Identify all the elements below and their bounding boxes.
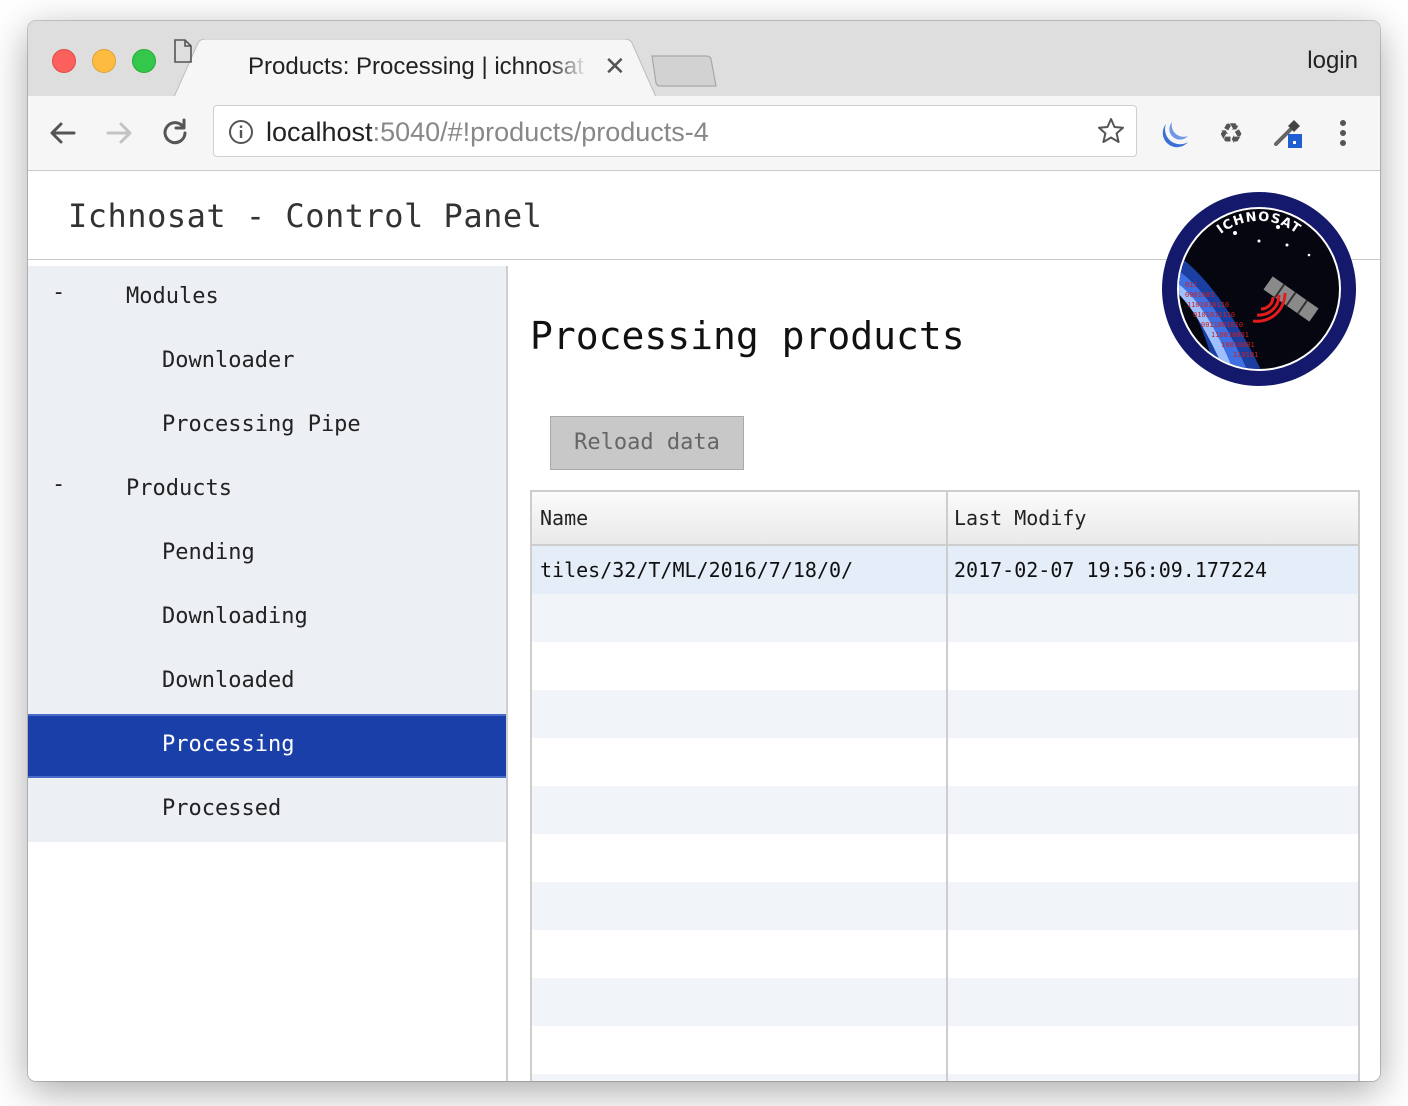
sidebar-item-label: Processing [162, 732, 295, 757]
tab-title: Products: Processing | ichnosat [248, 53, 588, 81]
table-row-empty [532, 594, 1358, 642]
eyedropper-extension-icon[interactable] [1270, 116, 1304, 150]
bookmark-star-icon[interactable] [1096, 116, 1126, 146]
svg-text:0011001010: 0011001010 [1201, 321, 1243, 329]
sidebar-group-products[interactable]: - Products [28, 458, 506, 522]
sidebar-item-processing[interactable]: Processing [28, 714, 506, 778]
sidebar-item-label: Pending [162, 540, 255, 565]
sidebar-item-label: Downloading [162, 604, 308, 629]
minimize-window-button[interactable] [92, 49, 116, 73]
table-row-empty [532, 738, 1358, 786]
sidebar-item-pending[interactable]: Pending [28, 522, 506, 586]
moon-extension-icon[interactable] [1158, 116, 1192, 150]
sidebar-item-downloader[interactable]: Downloader [28, 330, 506, 394]
table-row-empty [532, 690, 1358, 738]
zoom-window-button[interactable] [132, 49, 156, 73]
svg-text:10010001: 10010001 [1221, 341, 1255, 349]
sidebar-item-label: Downloaded [162, 668, 295, 693]
login-link[interactable]: login [1307, 47, 1358, 75]
tab-strip: Products: Processing | ichnosat ✕ login [28, 21, 1380, 97]
sidebar-item-label: Processed [162, 796, 282, 821]
sidebar: - Modules Downloader Processing Pipe - P… [28, 266, 508, 1081]
browser-tab-active[interactable]: Products: Processing | ichnosat ✕ [174, 39, 656, 97]
svg-text:011: 011 [1185, 281, 1198, 289]
web-page: Ichnosat - Control Panel 011 0001001 110… [28, 171, 1380, 1081]
table-row-empty [532, 642, 1358, 690]
sidebar-item-downloading[interactable]: Downloading [28, 586, 506, 650]
table-row-empty [532, 978, 1358, 1026]
svg-text:0001001: 0001001 [1185, 291, 1215, 299]
sidebar-group-label: Modules [126, 284, 219, 309]
table-header: Name Last Modify [532, 492, 1358, 546]
svg-text:0101011110: 0101011110 [1193, 311, 1235, 319]
main-content: Processing products Reload data Name Las… [508, 266, 1380, 1081]
table-row-empty [532, 882, 1358, 930]
menu-kebab-icon[interactable] [1326, 116, 1360, 150]
svg-text:110101: 110101 [1233, 351, 1258, 359]
ichnosat-logo: 011 0001001 1101010110 0101011110 001100… [1162, 192, 1356, 386]
collapse-toggle[interactable]: - [52, 472, 65, 497]
table-row[interactable]: tiles/32/T/ML/2016/7/18/0/ 2017-02-07 19… [532, 546, 1358, 594]
page-title: Processing products [530, 314, 965, 358]
svg-text:1101010110: 1101010110 [1187, 301, 1229, 309]
sidebar-item-label: Downloader [162, 348, 295, 373]
forward-arrow-icon[interactable] [102, 116, 136, 150]
sidebar-group-modules[interactable]: - Modules [28, 266, 506, 330]
table-row-empty [532, 1026, 1358, 1074]
app-title: Ichnosat - Control Panel [68, 197, 543, 235]
table-row-empty [532, 1074, 1358, 1081]
sidebar-item-processing-pipe[interactable]: Processing Pipe [28, 394, 506, 458]
sidebar-menu: - Modules Downloader Processing Pipe - P… [28, 266, 506, 842]
cell-name: tiles/32/T/ML/2016/7/18/0/ [540, 558, 854, 582]
sidebar-group-label: Products [126, 476, 232, 501]
table-row-empty [532, 786, 1358, 834]
table-row-empty [532, 930, 1358, 978]
collapse-toggle[interactable]: - [52, 280, 65, 305]
svg-text:♻: ♻ [1218, 117, 1243, 150]
url-host: localhost [266, 117, 373, 147]
reload-data-button[interactable]: Reload data [550, 416, 744, 470]
document-icon [174, 39, 192, 63]
url-text: localhost:5040/#!products/products-4 [266, 117, 709, 148]
back-arrow-icon[interactable] [46, 116, 80, 150]
info-icon[interactable] [228, 119, 254, 145]
sidebar-item-processed[interactable]: Processed [28, 778, 506, 842]
url-path: :5040/#!products/products-4 [372, 117, 709, 147]
svg-text:110010001: 110010001 [1211, 331, 1249, 339]
close-window-button[interactable] [52, 49, 76, 73]
browser-window: Products: Processing | ichnosat ✕ login … [28, 21, 1380, 1081]
column-divider[interactable] [946, 492, 948, 1081]
column-header-name[interactable]: Name [532, 492, 946, 544]
column-header-last-modify[interactable]: Last Modify [948, 492, 1358, 544]
tab-close-icon[interactable]: ✕ [604, 51, 626, 82]
reload-icon[interactable] [158, 116, 192, 150]
new-tab-button[interactable] [650, 54, 718, 88]
cell-last-modify: 2017-02-07 19:56:09.177224 [954, 558, 1268, 582]
browser-toolbar: localhost:5040/#!products/products-4 ♻ [28, 96, 1380, 171]
sidebar-item-downloaded[interactable]: Downloaded [28, 650, 506, 714]
recycle-extension-icon[interactable]: ♻ [1214, 116, 1248, 150]
address-bar[interactable]: localhost:5040/#!products/products-4 [213, 105, 1137, 157]
table-row-empty [532, 834, 1358, 882]
products-table: Name Last Modify tiles/32/T/ML/2016/7/18… [530, 490, 1360, 1081]
sidebar-item-label: Processing Pipe [162, 412, 361, 437]
